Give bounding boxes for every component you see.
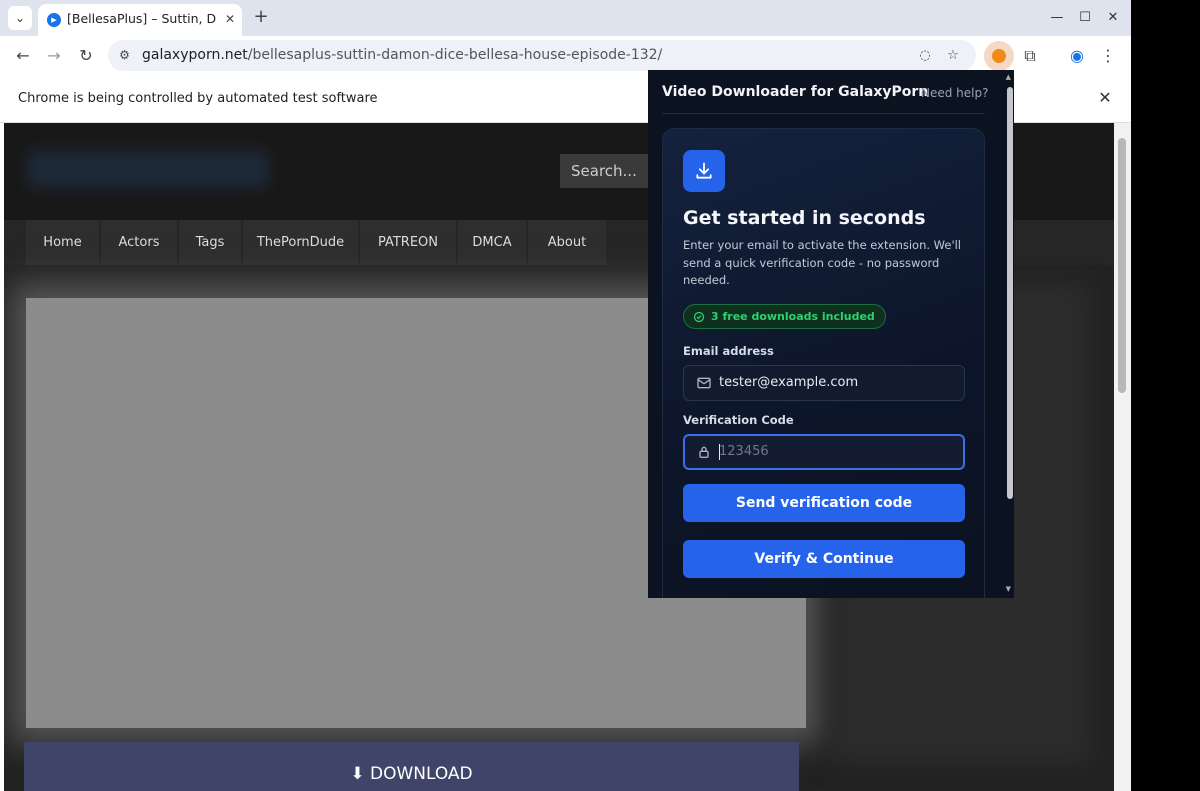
- card-description: Enter your email to activate the extensi…: [683, 238, 961, 287]
- send-code-button[interactable]: Send verification code: [683, 484, 965, 522]
- divider: [662, 113, 985, 114]
- screen-margin: [1131, 0, 1200, 791]
- forward-icon[interactable]: →: [42, 44, 66, 68]
- nav-about[interactable]: About: [528, 220, 606, 265]
- page-scrollbar[interactable]: [1114, 123, 1131, 791]
- email-value: tester@example.com: [719, 375, 859, 390]
- url-domain: galaxyporn.net: [142, 47, 248, 63]
- menu-icon[interactable]: ⋮: [1096, 44, 1120, 68]
- code-label: Verification Code: [683, 413, 794, 427]
- check-circle-icon: [693, 311, 705, 322]
- reload-icon[interactable]: ↻: [74, 44, 98, 68]
- mail-icon: [697, 377, 711, 389]
- email-field[interactable]: tester@example.com: [683, 365, 965, 401]
- extension-popup: Video Downloader for GalaxyPorn Need hel…: [648, 70, 1014, 598]
- infobar-text: Chrome is being controlled by automated …: [18, 91, 378, 106]
- favicon-icon: ▶: [47, 13, 61, 27]
- eye-off-icon[interactable]: ◌: [916, 47, 934, 65]
- profile-icon[interactable]: ◉: [1065, 44, 1089, 68]
- extensions-puzzle-icon[interactable]: ⧉: [1018, 44, 1042, 68]
- nav-patreon[interactable]: PATREON: [360, 220, 456, 265]
- maximize-icon[interactable]: ☐: [1075, 8, 1095, 28]
- back-icon[interactable]: ←: [11, 44, 35, 68]
- card-title: Get started in seconds: [683, 207, 926, 229]
- nav-theporndude[interactable]: ThePornDude: [243, 220, 358, 265]
- popup-header-title: Video Downloader for GalaxyPorn: [662, 84, 929, 100]
- address-bar[interactable]: ⚙ galaxyporn.net/bellesaplus-suttin-damo…: [108, 40, 976, 71]
- minimize-icon[interactable]: —: [1047, 8, 1067, 28]
- lock-icon: [699, 446, 709, 458]
- close-window-icon[interactable]: ✕: [1103, 8, 1123, 28]
- download-icon: [683, 150, 725, 192]
- signup-card: Get started in seconds Enter your email …: [662, 128, 985, 598]
- bookmark-star-icon[interactable]: ☆: [944, 47, 962, 65]
- active-tab[interactable]: ▶ [BellesaPlus] – Suttin, Da ✕: [38, 4, 242, 36]
- infobar-close-icon[interactable]: ✕: [1096, 89, 1114, 107]
- tab-search-icon[interactable]: ⌄: [8, 6, 32, 30]
- code-placeholder: 123456: [719, 444, 769, 459]
- tab-close-icon[interactable]: ✕: [221, 10, 239, 28]
- site-info-icon[interactable]: ⚙: [116, 47, 133, 64]
- need-help-link[interactable]: Need help?: [921, 86, 988, 100]
- verify-continue-button[interactable]: Verify & Continue: [683, 540, 965, 578]
- popup-scrollbar[interactable]: ▲ ▼: [1005, 73, 1013, 593]
- download-label: DOWNLOAD: [369, 764, 473, 784]
- nav-home[interactable]: Home: [26, 220, 99, 265]
- email-label: Email address: [683, 344, 774, 358]
- badge-text: 3 free downloads included: [711, 310, 875, 323]
- tab-title: [BellesaPlus] – Suttin, Da: [67, 11, 217, 26]
- free-downloads-badge: 3 free downloads included: [683, 304, 886, 329]
- popup-scroll-thumb[interactable]: [1007, 87, 1013, 499]
- nav-actors[interactable]: Actors: [101, 220, 177, 265]
- download-button[interactable]: ⬇ DOWNLOAD: [24, 742, 799, 791]
- scroll-up-icon[interactable]: ▲: [1006, 73, 1011, 81]
- scroll-down-icon[interactable]: ▼: [1006, 585, 1011, 593]
- nav-dmca[interactable]: DMCA: [458, 220, 526, 265]
- nav-tags[interactable]: Tags: [179, 220, 241, 265]
- url-path: /bellesaplus-suttin-damon-dice-bellesa-h…: [247, 47, 663, 63]
- site-logo[interactable]: [28, 151, 268, 187]
- extension-active-icon[interactable]: [984, 41, 1014, 71]
- download-icon: ⬇: [350, 764, 365, 784]
- new-tab-icon[interactable]: +: [250, 6, 272, 28]
- tab-strip: ⌄ ▶ [BellesaPlus] – Suttin, Da ✕ + — ☐ ✕: [0, 0, 1131, 36]
- url-text[interactable]: galaxyporn.net/bellesaplus-suttin-damon-…: [142, 47, 662, 63]
- verification-code-field[interactable]: 123456: [683, 434, 965, 470]
